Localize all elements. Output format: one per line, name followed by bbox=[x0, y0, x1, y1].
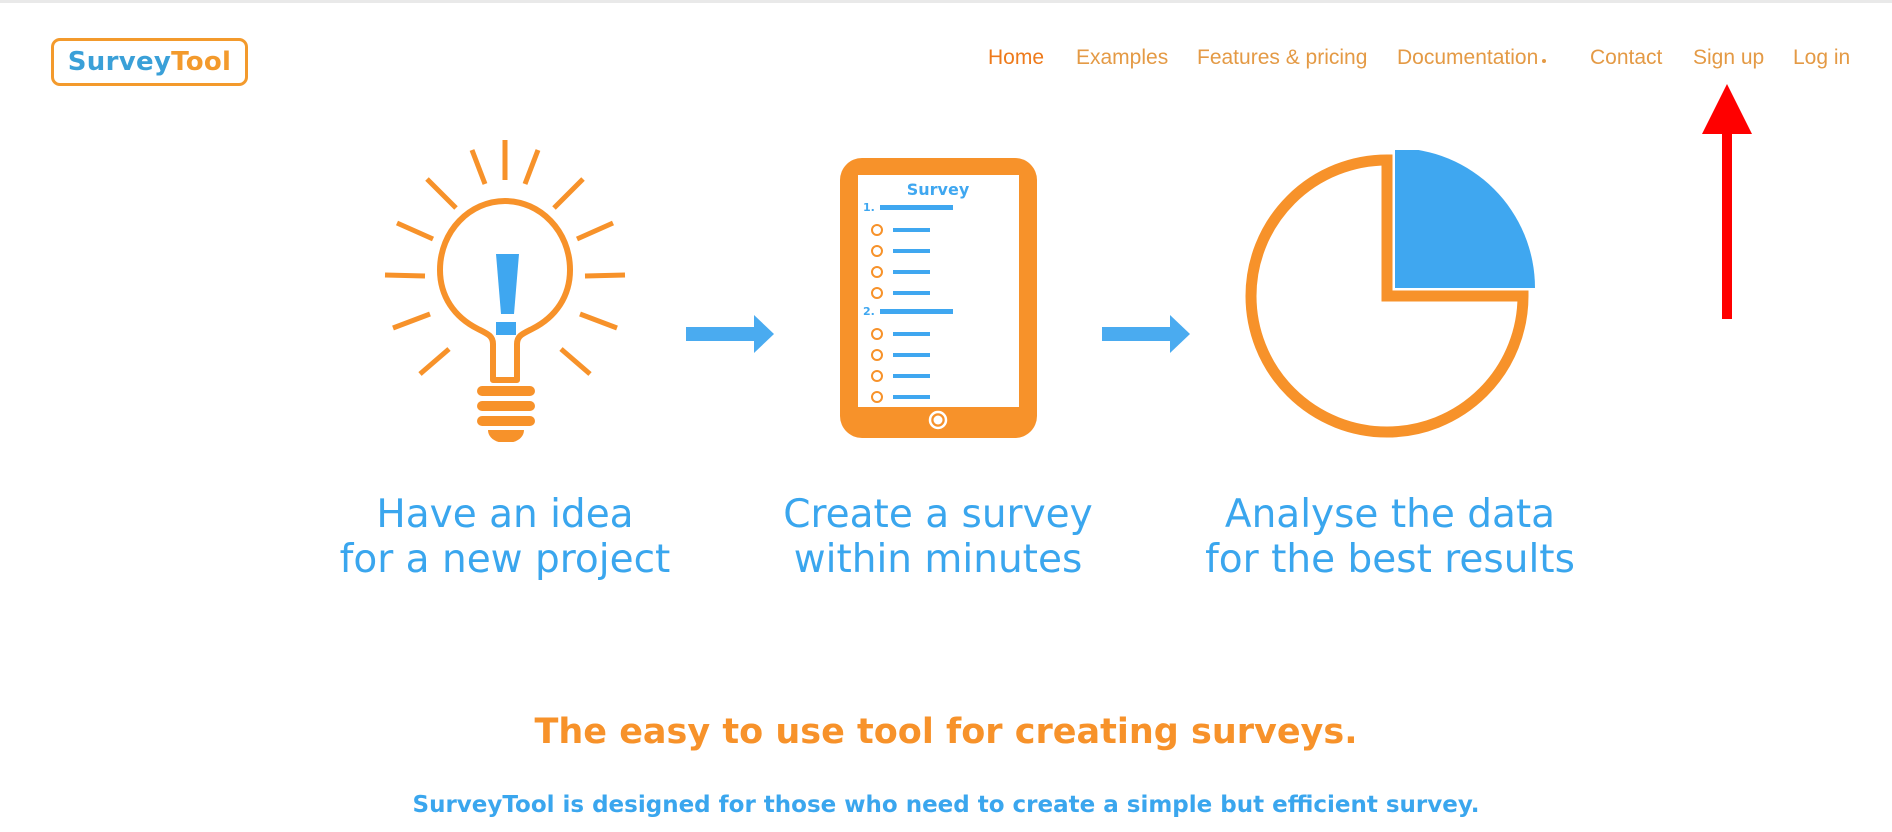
nav-examples[interactable]: Examples bbox=[1076, 46, 1168, 70]
nav-contact[interactable]: Contact bbox=[1590, 46, 1662, 70]
nav-log-in[interactable]: Log in bbox=[1793, 46, 1850, 70]
option-line bbox=[893, 332, 930, 336]
nav-features-pricing[interactable]: Features & pricing bbox=[1197, 46, 1367, 70]
step-create: Create a survey within minutes bbox=[738, 492, 1138, 582]
tagline: The easy to use tool for creating survey… bbox=[534, 712, 1358, 752]
option-line bbox=[893, 228, 930, 232]
question-number: 1. bbox=[863, 201, 875, 214]
step-create-line1: Create a survey bbox=[783, 492, 1093, 537]
step-create-line2: within minutes bbox=[793, 537, 1083, 582]
step-idea-line1: Have an idea bbox=[376, 492, 634, 537]
arrow-right-icon bbox=[1102, 315, 1190, 353]
top-border bbox=[0, 0, 1892, 3]
option-line bbox=[893, 353, 930, 357]
option-line bbox=[893, 249, 930, 253]
option-line bbox=[893, 270, 930, 274]
nav-documentation-label: Documentation bbox=[1397, 46, 1539, 69]
option-line bbox=[893, 291, 930, 295]
nav-sign-up[interactable]: Sign up bbox=[1693, 46, 1764, 70]
red-annotation-arrow-icon bbox=[1702, 84, 1752, 319]
main-nav: Home Examples Features & pricing Documen… bbox=[0, 46, 1892, 76]
question-number: 2. bbox=[863, 305, 875, 318]
option-line bbox=[893, 395, 930, 399]
dropdown-indicator-icon bbox=[1542, 59, 1547, 64]
nav-home[interactable]: Home bbox=[988, 46, 1044, 70]
step-idea: Have an idea for a new project bbox=[305, 492, 705, 582]
step-analyse-line1: Analyse the data bbox=[1224, 492, 1556, 537]
lightbulb-icon bbox=[384, 140, 626, 442]
pie-chart-icon bbox=[1245, 150, 1535, 438]
subline: SurveyTool is designed for those who nee… bbox=[412, 792, 1480, 818]
option-line bbox=[893, 374, 930, 378]
pie-highlight-slice bbox=[1395, 150, 1535, 288]
step-analyse: Analyse the data for the best results bbox=[1170, 492, 1610, 582]
tablet-title: Survey bbox=[907, 180, 970, 199]
step-idea-line2: for a new project bbox=[339, 537, 671, 582]
step-analyse-line2: for the best results bbox=[1205, 537, 1575, 582]
nav-documentation[interactable]: Documentation bbox=[1397, 46, 1547, 70]
arrow-right-icon bbox=[686, 315, 774, 353]
tablet-survey-icon: Survey 1. 2. bbox=[840, 158, 1037, 438]
